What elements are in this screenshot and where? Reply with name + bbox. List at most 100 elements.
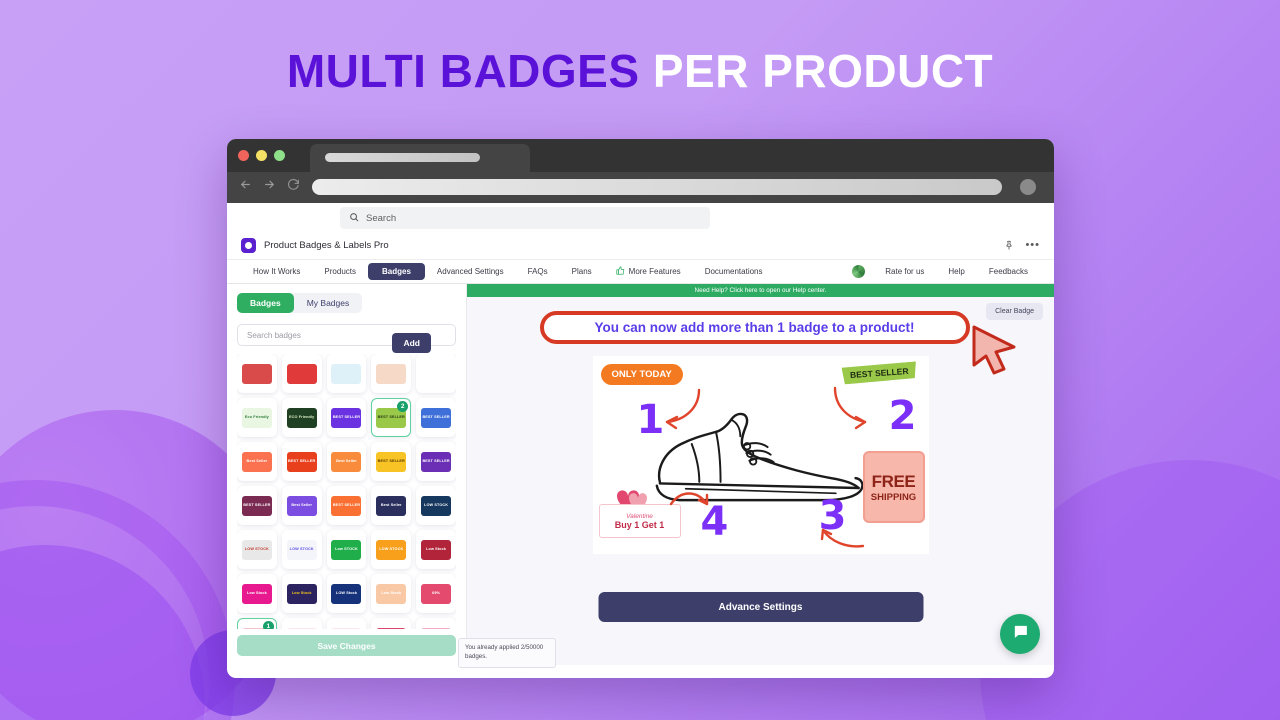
nav-item-more-features[interactable]: More Features: [604, 262, 693, 281]
best-seller-purple-bar-badge[interactable]: BEST SELLER: [416, 442, 456, 481]
clear-badge-button[interactable]: Clear Badge: [986, 303, 1043, 320]
badge-art: LOW STOCK: [421, 495, 452, 516]
eco-friendly-dark-badge[interactable]: ECO Friendly: [281, 398, 322, 437]
badge-art-label: BEST SELLER: [422, 415, 450, 420]
add-button[interactable]: Add: [392, 333, 431, 353]
marker-2: 2: [888, 393, 917, 439]
badge-art-label: LOW Stock: [335, 591, 358, 596]
badge-art: BEST SELLER: [286, 451, 317, 472]
minimize-icon[interactable]: [256, 150, 267, 161]
nav-item-rate-for-us[interactable]: Rate for us: [873, 263, 936, 280]
help-banner[interactable]: Need Help? Click here to open our Help c…: [467, 284, 1054, 297]
red-ribbon-badge[interactable]: [237, 354, 277, 393]
low-stock-orange-pin-badge[interactable]: LOW STOCK: [371, 530, 412, 569]
only-today-badge[interactable]: ONLY TODAY: [600, 364, 683, 385]
badge-art-label: Low Stock: [426, 547, 447, 552]
valentine-hearts-badge[interactable]: 1: [237, 618, 277, 629]
best-seller-blue-badge[interactable]: BEST SELLER: [416, 398, 456, 437]
arrow-to-badge-3: [820, 528, 864, 548]
best-seller-thumb-badge[interactable]: BEST SELLER: [371, 442, 412, 481]
arrow-to-badge-4: [669, 492, 708, 506]
badge-search-placeholder: Search badges: [247, 330, 301, 340]
valentine-line-2: Buy 1 Get 1: [614, 519, 665, 530]
nav-item-badges[interactable]: Badges: [368, 263, 425, 280]
low-stock-green-badge[interactable]: Low STOCK: [326, 530, 367, 569]
badge-art: [286, 363, 317, 384]
best-seller-orange-splash-badge[interactable]: Best Seller: [237, 442, 277, 481]
more-options-icon[interactable]: •••: [1025, 240, 1040, 251]
valentine-small-hearts-badge[interactable]: [281, 618, 322, 629]
pale-blue-badge[interactable]: [326, 354, 367, 393]
browser-tab[interactable]: [310, 144, 530, 172]
free-shipping-line-2: SHIPPING: [870, 491, 917, 503]
tab-badges[interactable]: Badges: [237, 293, 294, 313]
close-icon[interactable]: [238, 150, 249, 161]
valentine-gift-badge[interactable]: [326, 618, 367, 629]
search-input[interactable]: Search: [340, 207, 710, 229]
chat-button[interactable]: [1000, 614, 1040, 654]
badge-usage-tooltip: You already applied 2/50000 badges.: [458, 638, 556, 668]
nav-item-products[interactable]: Products: [312, 263, 368, 280]
badge-art-label: Best Seller: [291, 503, 313, 508]
nav-item-advanced-settings[interactable]: Advanced Settings: [425, 263, 516, 280]
arrow-to-badge-1: [665, 388, 700, 430]
free-shipping-badge[interactable]: FREE SHIPPING: [862, 451, 925, 523]
maximize-icon[interactable]: [274, 150, 285, 161]
valentine-heart-swirl-badge[interactable]: [416, 618, 456, 629]
nav-item-help[interactable]: Help: [936, 263, 976, 280]
badge-art-label: Eco Friendly: [244, 415, 269, 420]
eco-friendly-leaf-badge[interactable]: Eco Friendly: [237, 398, 277, 437]
nav-item-documentations[interactable]: Documentations: [693, 263, 775, 280]
red-slash-badge[interactable]: [281, 354, 322, 393]
nav-item-faqs[interactable]: FAQs: [516, 263, 560, 280]
badge-art-label: BEST SELLER: [288, 459, 316, 464]
tab-my-badges[interactable]: My Badges: [294, 293, 363, 313]
best-seller-pill-badge[interactable]: BEST SELLER: [326, 486, 367, 525]
valentine-line-1: Valentine: [626, 512, 653, 520]
low-stock-speech-badge[interactable]: LOW STOCK: [281, 530, 322, 569]
chat-bubble-icon: [1012, 623, 1029, 645]
best-seller-green-tag-badge[interactable]: BEST SELLER 2: [371, 398, 412, 437]
badge-applied-count: 1: [262, 621, 274, 629]
badge-art: LOW STOCK: [286, 539, 317, 560]
save-changes-button[interactable]: Save Changes: [237, 635, 456, 656]
nav-item-plans[interactable]: Plans: [560, 263, 604, 280]
nav-item-feedbacks[interactable]: Feedbacks: [977, 263, 1040, 280]
sale-rosette-badge[interactable]: 69%: [416, 574, 456, 613]
cursor-arrow-icon: [968, 321, 1020, 380]
low-stock-maroon-badge[interactable]: Low Stock: [416, 530, 456, 569]
nav-item-how-it-works[interactable]: How It Works: [241, 263, 312, 280]
low-stock-peach-badge[interactable]: Low Stock: [371, 574, 412, 613]
low-stock-navy-circle-badge[interactable]: Low Stock: [281, 574, 322, 613]
window-controls: [238, 150, 285, 161]
badge-art: BEST SELLER: [376, 451, 407, 472]
best-seller-fire-badge[interactable]: BEST SELLER: [281, 442, 322, 481]
best-seller-outline-badge[interactable]: Best Seller: [281, 486, 322, 525]
peach-block-badge[interactable]: [371, 354, 412, 393]
back-arrow-icon[interactable]: [239, 178, 252, 191]
advance-settings-button[interactable]: Advance Settings: [598, 592, 923, 622]
product-preview: ONLY TODAY 1 BEST SELLER 2 FREE SHIPPING…: [592, 356, 929, 554]
forward-arrow-icon[interactable]: [263, 178, 276, 191]
browser-profile-avatar[interactable]: [1020, 179, 1036, 195]
best-seller-badge[interactable]: BEST SELLER: [841, 361, 917, 384]
browser-toolbar: [227, 172, 1054, 203]
badge-search-row: Search badges Add: [237, 324, 456, 353]
promo-callout: You can now add more than 1 badge to a p…: [539, 311, 970, 344]
reload-icon[interactable]: [287, 178, 300, 191]
low-stock-navy-square-badge[interactable]: LOW Stock: [326, 574, 367, 613]
best-seller-banner-badge[interactable]: BEST SELLER: [237, 486, 277, 525]
app-title: Product Badges & Labels Pro: [264, 240, 389, 251]
address-bar[interactable]: [312, 179, 1002, 195]
low-stock-megaphone-red-badge[interactable]: LOW STOCK: [237, 530, 277, 569]
best-seller-arrow-badge[interactable]: BEST SELLER: [326, 398, 367, 437]
best-seller-navy-circle-badge[interactable]: Best Seller: [371, 486, 412, 525]
browser-titlebar: [227, 139, 1054, 172]
low-stock-megaphone-badge[interactable]: LOW STOCK: [416, 486, 456, 525]
headline-part-1: MULTI BADGES: [286, 45, 640, 97]
low-stock-pink-blob-badge[interactable]: Low Stock: [237, 574, 277, 613]
pin-icon[interactable]: [1004, 237, 1014, 255]
best-seller-gradient-badge[interactable]: Best Seller: [326, 442, 367, 481]
valentine-big-heart-badge[interactable]: [371, 618, 412, 629]
blank-badge[interactable]: [416, 354, 456, 393]
